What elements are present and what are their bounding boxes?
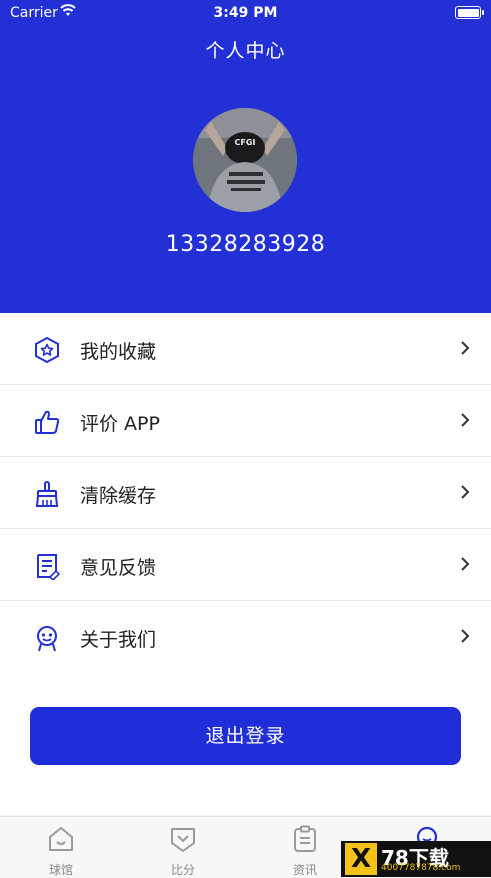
- tab-scores[interactable]: 比分: [122, 817, 244, 878]
- menu-label: 意见反馈: [80, 557, 157, 579]
- status-bar: Carrier 3:49 PM: [0, 0, 491, 26]
- broom-icon: [35, 481, 59, 507]
- user-phone: 13328283928: [165, 232, 326, 257]
- page-title: 个人中心: [205, 40, 286, 62]
- star-shield-icon: [35, 336, 59, 364]
- tab-label: 球馆: [48, 863, 73, 877]
- house-icon: [49, 827, 73, 851]
- menu-item-about-us[interactable]: 关于我们: [0, 601, 491, 673]
- tab-venues[interactable]: 球馆: [0, 817, 122, 878]
- chevron-right-icon: [461, 557, 470, 571]
- tab-label: 比分: [170, 863, 195, 877]
- watermark-logo: X: [345, 843, 377, 875]
- watermark-url: 4007787878.com: [381, 863, 461, 873]
- avatar-photo: CFGI: [193, 108, 297, 212]
- scoreboard-icon: [171, 828, 195, 852]
- clock: 3:49 PM: [213, 5, 278, 21]
- menu-list: 我的收藏 评价 APP 清除缓存 意见反馈 关于我们: [0, 313, 491, 673]
- chevron-right-icon: [461, 629, 470, 643]
- menu-item-clear-cache[interactable]: 清除缓存: [0, 457, 491, 529]
- chevron-right-icon: [461, 413, 470, 427]
- menu-label: 关于我们: [80, 629, 157, 651]
- avatar[interactable]: CFGI: [193, 108, 297, 212]
- battery-icon: [455, 6, 484, 19]
- chevron-right-icon: [461, 485, 470, 499]
- site-watermark: X 78下载 4007787878.com: [341, 841, 491, 877]
- menu-item-favorites[interactable]: 我的收藏: [0, 313, 491, 385]
- menu-label: 清除缓存: [80, 485, 157, 507]
- menu-item-feedback[interactable]: 意见反馈: [0, 529, 491, 601]
- feedback-doc-icon: [37, 554, 61, 580]
- cap-logo-text: CFGI: [235, 138, 256, 147]
- chevron-right-icon: [461, 341, 470, 355]
- menu-label: 我的收藏: [80, 341, 157, 363]
- profile-header: Carrier 3:49 PM 个人中心 CFGI 13328283928: [0, 0, 491, 313]
- robot-face-icon: [37, 626, 57, 652]
- logout-button[interactable]: 退出登录: [30, 707, 461, 765]
- menu-item-rate-app[interactable]: 评价 APP: [0, 385, 491, 457]
- clipboard-icon: [294, 825, 316, 852]
- menu-label: 评价 APP: [80, 413, 160, 435]
- thumbs-up-icon: [35, 410, 60, 434]
